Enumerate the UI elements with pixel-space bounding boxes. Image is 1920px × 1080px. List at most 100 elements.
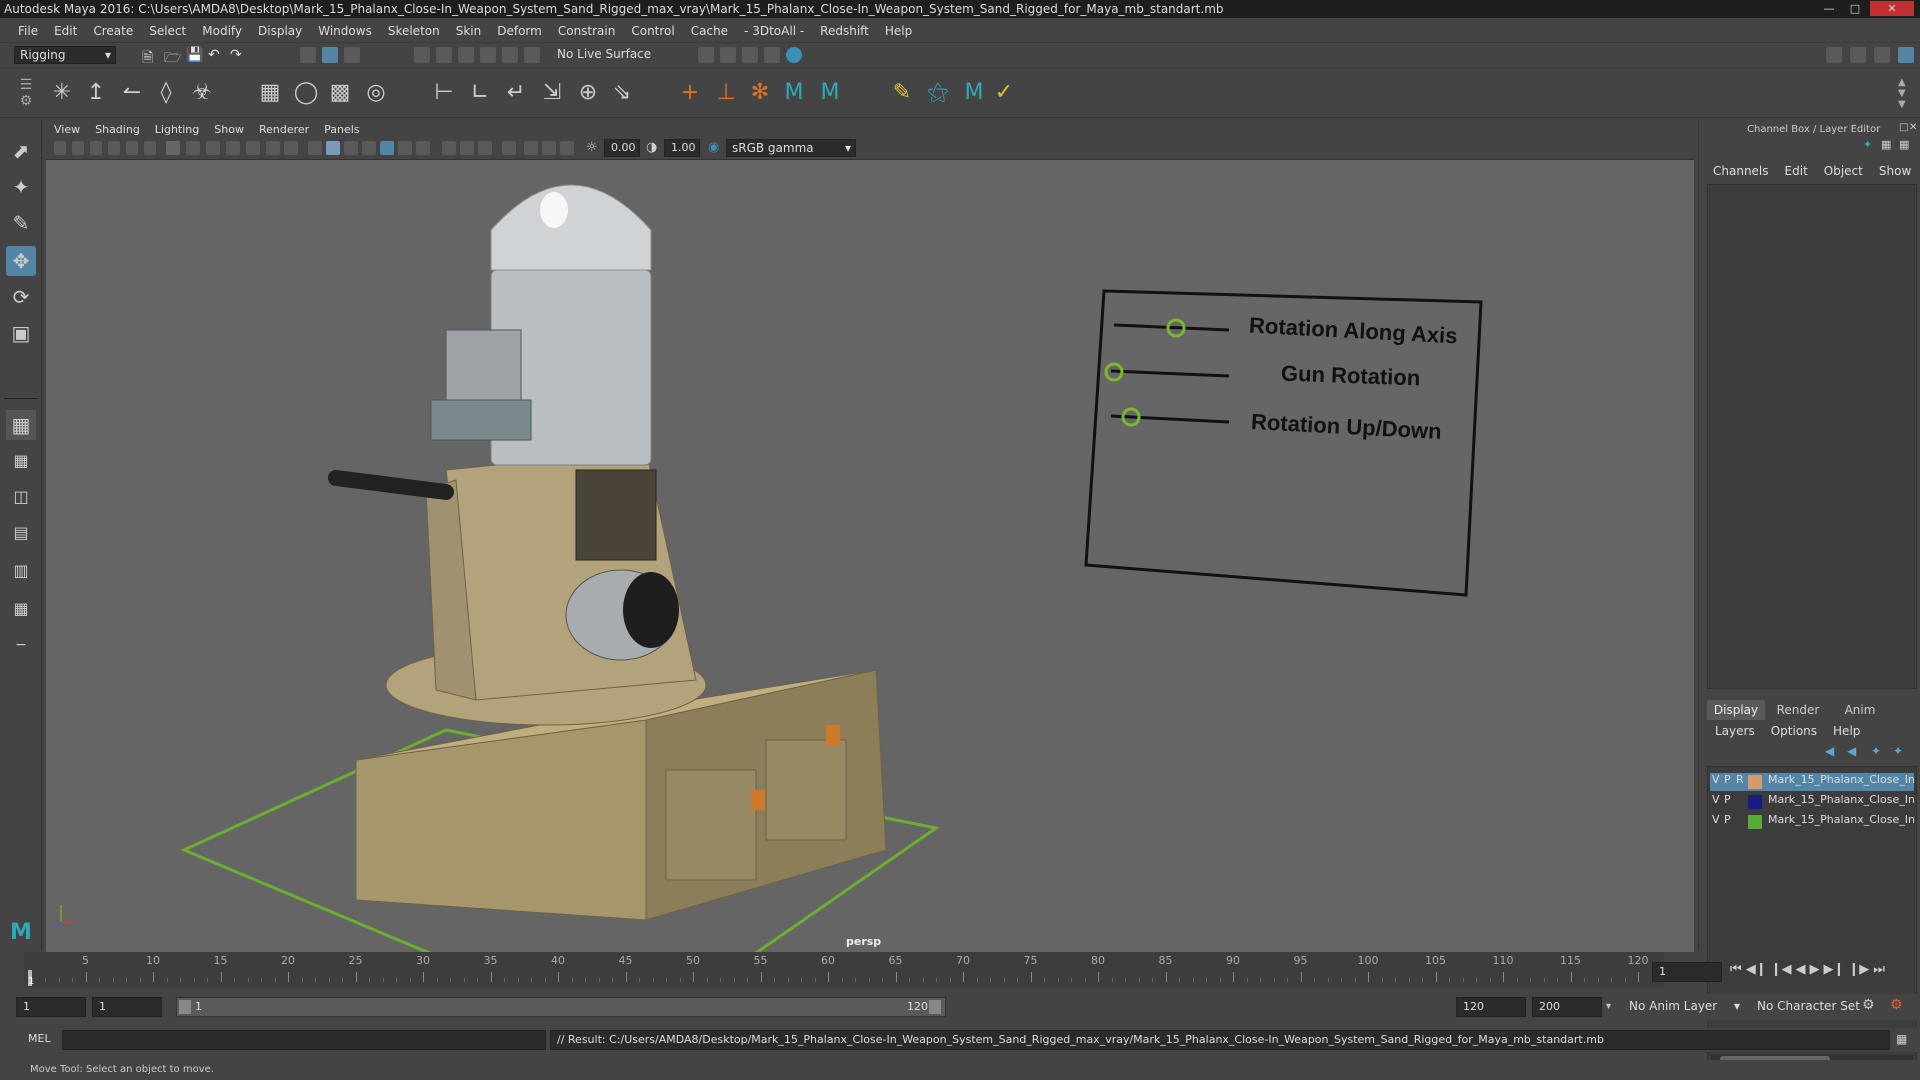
textured-icon[interactable]	[380, 141, 394, 155]
tab-display[interactable]: Display	[1707, 700, 1765, 720]
step-back-key-icon[interactable]: ◀❙	[1746, 962, 1767, 982]
menu-control[interactable]: Control	[623, 24, 682, 38]
vp-menu-shading[interactable]: Shading	[95, 123, 149, 136]
ik-spline-icon[interactable]: ↼	[118, 79, 146, 107]
bookmark-icon[interactable]	[90, 141, 102, 155]
menu-3dtoall[interactable]: - 3DtoAll -	[736, 24, 812, 38]
xray-components-icon[interactable]	[560, 141, 574, 155]
character-set-dropdown[interactable]: No Character Set	[1752, 997, 1864, 1017]
quick-rig-icon[interactable]: ✎	[888, 79, 916, 107]
menu-display[interactable]: Display	[250, 24, 310, 38]
rotate-tool-icon[interactable]: ⟳	[6, 282, 36, 312]
menu-skeleton[interactable]: Skeleton	[380, 24, 448, 38]
snap-curve-icon[interactable]	[436, 47, 452, 63]
animation-prefs-icon[interactable]: ⚙	[1890, 997, 1910, 1017]
isolate-select-icon[interactable]	[502, 141, 516, 155]
float-panel-icon[interactable]: □	[1899, 122, 1909, 133]
render-settings-icon[interactable]	[764, 47, 780, 63]
go-to-start-icon[interactable]: ⏮	[1730, 962, 1742, 982]
select-component-icon[interactable]	[344, 47, 360, 63]
menu-help[interactable]: Help	[877, 24, 920, 38]
shadows-icon[interactable]	[416, 141, 430, 155]
vp-menu-view[interactable]: View	[54, 123, 89, 136]
persp-graph-icon[interactable]: ▤	[6, 518, 36, 548]
hik-control-icon[interactable]: M	[960, 79, 988, 107]
checkmark-icon[interactable]: ✓	[990, 79, 1018, 107]
paint-select-icon[interactable]: ✎	[6, 208, 36, 238]
camera-attributes-icon[interactable]	[72, 141, 84, 155]
play-forward-icon[interactable]: ▶	[1809, 962, 1819, 982]
aim-constraint-icon[interactable]: ⊕	[574, 79, 602, 107]
lasso-tool-icon[interactable]: ✦	[6, 172, 36, 202]
render-frame-icon[interactable]	[720, 47, 736, 63]
snap-point-icon[interactable]	[458, 47, 474, 63]
film-gate-icon[interactable]	[186, 141, 200, 155]
shelf-scroll-icon[interactable]: ▲ ▼ ▼	[1898, 77, 1912, 111]
parent-constraint-icon[interactable]: ⊢	[430, 79, 458, 107]
select-object-icon[interactable]	[322, 47, 338, 63]
new-scene-icon[interactable]: 🗎	[142, 47, 158, 66]
menu-file[interactable]: File	[10, 24, 46, 38]
layer-reference-toggle[interactable]: R	[1736, 773, 1744, 786]
point-constraint-icon[interactable]: ∟	[466, 79, 494, 107]
layer-row[interactable]: V P Mark_15_Phalanx_Close_In_V	[1710, 793, 1914, 811]
pole-vector-icon[interactable]: ⇘	[608, 79, 636, 107]
smooth-shade-icon[interactable]	[326, 141, 340, 155]
script-language-label[interactable]: MEL	[28, 1032, 51, 1045]
go-to-end-icon[interactable]: ⏭	[1873, 962, 1885, 982]
use-all-lights-icon[interactable]	[398, 141, 412, 155]
step-forward-frame-icon[interactable]: ▶❙	[1823, 962, 1844, 982]
default-lighting-icon[interactable]	[344, 141, 358, 155]
range-slider[interactable]: 1 120	[176, 997, 946, 1017]
layer-name[interactable]: Mark_15_Phalanx_Close_In_V	[1768, 813, 1914, 826]
skeleton-tool-icon[interactable]: ⚝	[924, 79, 952, 107]
menu-modify[interactable]: Modify	[194, 24, 250, 38]
hik-character-icon[interactable]: M	[816, 79, 844, 107]
mirror-joint-icon[interactable]: ☣	[188, 79, 216, 107]
time-slider[interactable]: 1 5 10 15 20 25 30 35 40 45 50 55 60 65 70 75 80 85 90 95 1…	[24, 952, 1664, 988]
render-view-icon[interactable]	[698, 47, 714, 63]
minimize-icon[interactable]: —	[1818, 1, 1840, 16]
layer-color-swatch[interactable]	[1748, 795, 1762, 809]
layer-playback-toggle[interactable]: P	[1724, 813, 1731, 826]
range-end-handle[interactable]	[929, 1000, 941, 1014]
screen-space-ao-icon[interactable]	[442, 141, 456, 155]
gamma-field[interactable]: 1.00	[664, 139, 700, 157]
tool-settings-icon[interactable]	[1874, 47, 1890, 63]
four-view-icon[interactable]: ▦	[6, 446, 36, 476]
ik-handle-icon[interactable]: ↥	[82, 79, 110, 107]
layer-visibility-toggle[interactable]: V	[1712, 793, 1720, 806]
cb-menu-object[interactable]: Object	[1824, 164, 1863, 178]
wireframe-icon[interactable]	[308, 141, 322, 155]
exposure-icon[interactable]: ☼	[586, 140, 602, 156]
perspective-viewport[interactable]: Rotation Along Axis Gun Rotation Rotatio…	[46, 160, 1694, 952]
layer-menu-options[interactable]: Options	[1771, 724, 1817, 738]
script-editor-icon[interactable]: ▦	[1896, 1032, 1912, 1048]
step-forward-key-icon[interactable]: ❙▶	[1848, 962, 1869, 982]
layer-color-swatch[interactable]	[1748, 815, 1762, 829]
layer-row[interactable]: V P R Mark_15_Phalanx_Close_In_V	[1710, 773, 1914, 791]
vp-menu-renderer[interactable]: Renderer	[259, 123, 318, 136]
set-driven-key-icon[interactable]: ⊥	[712, 79, 740, 107]
snap-magnet-icon[interactable]	[524, 47, 540, 63]
scale-tool-icon[interactable]: ▣	[6, 318, 36, 348]
playback-end-field[interactable]: 120	[1456, 997, 1526, 1017]
attribute-editor-icon[interactable]	[1850, 47, 1866, 63]
layer-row[interactable]: V P Mark_15_Phalanx_Close_In_V	[1710, 813, 1914, 831]
scale-constraint-icon[interactable]: ⇲	[538, 79, 566, 107]
camera-select-icon[interactable]	[54, 141, 66, 155]
current-frame-field[interactable]: 1	[1652, 962, 1722, 982]
hypershade-layout-icon[interactable]: ▥	[6, 556, 36, 586]
open-scene-icon[interactable]: 🗁	[164, 47, 181, 66]
cb-menu-channels[interactable]: Channels	[1713, 164, 1769, 178]
persp-outliner-icon[interactable]: ◫	[6, 482, 36, 512]
hik-icon[interactable]: M	[780, 79, 808, 107]
cluster-icon[interactable]: ◎	[362, 79, 390, 107]
bind-skin-icon[interactable]: ▦	[256, 79, 284, 107]
step-back-frame-icon[interactable]: ❙◀	[1771, 962, 1792, 982]
range-start-handle[interactable]	[179, 1000, 191, 1014]
ipr-render-icon[interactable]	[742, 47, 758, 63]
select-hierarchy-icon[interactable]	[300, 47, 316, 63]
exposure-field[interactable]: 0.00	[604, 139, 640, 157]
move-layer-down-icon[interactable]: ◀	[1847, 744, 1861, 758]
